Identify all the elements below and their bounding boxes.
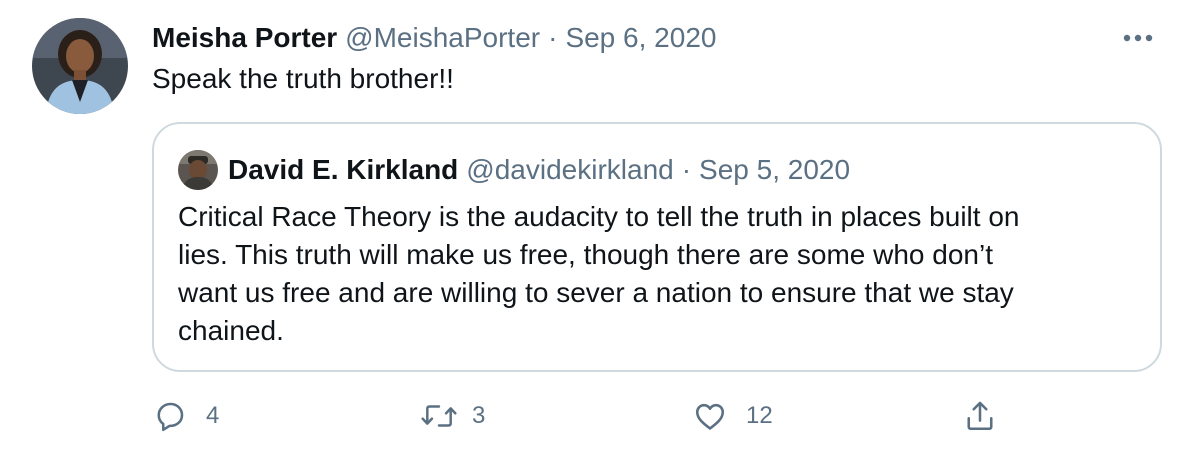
profile-photo-icon xyxy=(32,18,128,114)
share-button[interactable] xyxy=(962,394,998,438)
tweet-timestamp[interactable]: Sep 6, 2020 xyxy=(565,18,716,58)
separator: · xyxy=(548,22,558,53)
quoted-author-avatar[interactable] xyxy=(178,150,218,190)
tweet-actions: 4 3 12 xyxy=(152,394,1052,438)
separator: · xyxy=(681,154,692,185)
tweet-header: Meisha Porter @MeishaPorter · Sep 6, 202… xyxy=(152,18,716,58)
quoted-author-handle[interactable]: @davidekirkland xyxy=(466,150,673,190)
profile-photo-icon xyxy=(178,150,218,190)
retweet-button[interactable]: 3 xyxy=(420,394,485,438)
author-handle[interactable]: @MeishaPorter xyxy=(345,18,540,58)
quoted-text-line: want us free and are willing to sever a … xyxy=(178,277,1014,308)
tweet-text: Speak the truth brother!! xyxy=(152,63,454,94)
quoted-author-name[interactable]: David E. Kirkland xyxy=(228,150,458,190)
tweet[interactable]: Meisha Porter @MeishaPorter · Sep 6, 202… xyxy=(0,0,1184,460)
quoted-text-line: chained. xyxy=(178,315,284,346)
more-options-button[interactable] xyxy=(1118,20,1158,56)
quoted-text-line: Critical Race Theory is the audacity to … xyxy=(178,201,1020,232)
reply-count: 4 xyxy=(206,402,220,429)
reply-icon xyxy=(157,402,184,432)
quoted-tweet[interactable]: David E. Kirkland @davidekirkland · Sep … xyxy=(152,122,1162,372)
author-avatar[interactable] xyxy=(32,18,128,114)
quoted-tweet-timestamp[interactable]: Sep 5, 2020 xyxy=(699,150,850,190)
quoted-tweet-text: Critical Race Theory is the audacity to … xyxy=(178,198,1138,350)
like-icon xyxy=(695,403,725,430)
share-icon xyxy=(967,401,993,431)
reply-button[interactable]: 4 xyxy=(152,394,219,438)
more-icon xyxy=(1123,34,1153,42)
retweet-count: 3 xyxy=(472,402,486,429)
like-count: 12 xyxy=(746,402,773,429)
retweet-icon xyxy=(421,405,457,427)
author-name[interactable]: Meisha Porter xyxy=(152,18,337,58)
quoted-tweet-header: David E. Kirkland @davidekirkland · Sep … xyxy=(178,150,850,190)
like-button[interactable]: 12 xyxy=(692,394,773,438)
quoted-text-line: lies. This truth will make us free, thou… xyxy=(178,239,993,270)
